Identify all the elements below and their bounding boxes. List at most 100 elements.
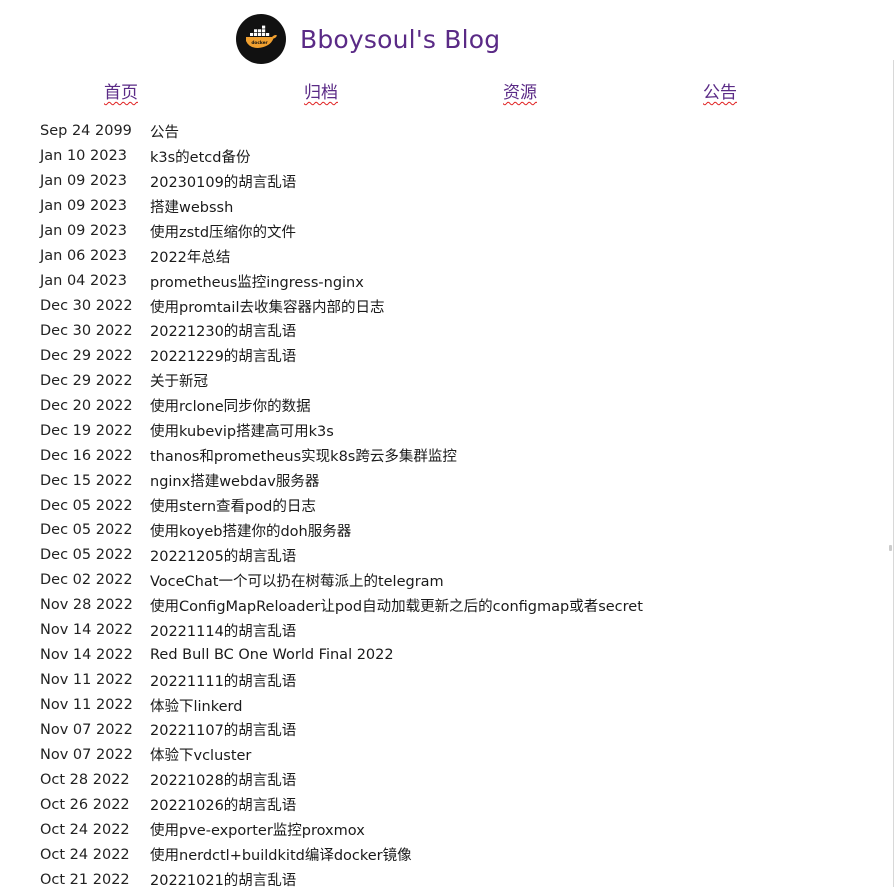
post-date: Nov 11 2022 [40, 697, 133, 714]
post-title-link[interactable]: 体验下vcluster [150, 744, 251, 765]
post-title-link[interactable]: 20221107的胡言乱语 [150, 719, 296, 740]
post-title-link[interactable]: 使用zstd压缩你的文件 [150, 221, 296, 242]
post-row: Dec 05 2022 使用stern查看pod的日志 [40, 493, 643, 518]
scrollbar-thumb[interactable] [889, 545, 892, 551]
post-date: Dec 05 2022 [40, 522, 133, 539]
post-title-link[interactable]: 20221028的胡言乱语 [150, 769, 296, 790]
post-row: Dec 20 2022 使用rclone同步你的数据 [40, 393, 643, 418]
post-title-link[interactable]: 20221229的胡言乱语 [150, 345, 296, 366]
post-date: Jan 09 2023 [40, 173, 127, 190]
post-row: Nov 14 2022 Red Bull BC One World Final 2… [40, 643, 643, 668]
post-list: Sep 24 2099 公告 Jan 10 2023 k3s的etcd备份 Jan 09… [40, 119, 643, 887]
post-row: Sep 24 2099 公告 [40, 119, 643, 144]
post-date: Sep 24 2099 [40, 123, 132, 140]
post-date: Jan 09 2023 [40, 198, 127, 215]
main-nav: 首页 归档 资源 公告 [0, 78, 895, 104]
post-title-link[interactable]: Red Bull BC One World Final 2022 [150, 647, 394, 663]
post-title-link[interactable]: k3s的etcd备份 [150, 146, 250, 167]
post-date: Dec 19 2022 [40, 422, 133, 439]
post-row: Jan 04 2023 prometheus监控ingress-nginx [40, 269, 643, 294]
post-title-link[interactable]: 使用promtail去收集容器内部的日志 [150, 296, 384, 317]
post-row: Dec 02 2022 VoceChat一个可以扔在树莓派上的telegram [40, 568, 643, 593]
post-date: Dec 05 2022 [40, 497, 133, 514]
post-date: Dec 15 2022 [40, 472, 133, 489]
post-title-link[interactable]: 体验下linkerd [150, 695, 242, 716]
post-row: Jan 09 2023 使用zstd压缩你的文件 [40, 219, 643, 244]
post-row: Nov 11 2022 体验下linkerd [40, 693, 643, 718]
nav-resources[interactable]: 资源 [503, 78, 537, 103]
post-row: Dec 30 2022 20221230的胡言乱语 [40, 319, 643, 344]
post-title-link[interactable]: 使用rclone同步你的数据 [150, 395, 311, 416]
post-row: Nov 07 2022 体验下vcluster [40, 742, 643, 767]
post-date: Dec 30 2022 [40, 298, 133, 315]
post-title-link[interactable]: 使用nerdctl+buildkitd编译docker镜像 [150, 844, 412, 865]
post-title-link[interactable]: 关于新冠 [150, 370, 208, 391]
post-row: Oct 24 2022 使用pve-exporter监控proxmox [40, 817, 643, 842]
post-row: Dec 15 2022 nginx搭建webdav服务器 [40, 468, 643, 493]
post-title-link[interactable]: 使用stern查看pod的日志 [150, 495, 316, 516]
post-date: Oct 26 2022 [40, 796, 130, 813]
post-title-link[interactable]: 使用koyeb搭建你的doh服务器 [150, 520, 351, 541]
nav-announcement[interactable]: 公告 [703, 78, 737, 103]
post-row: Dec 16 2022 thanos和prometheus实现k8s跨云多集群监控 [40, 443, 643, 468]
nav-home[interactable]: 首页 [104, 78, 138, 103]
post-title-link[interactable]: thanos和prometheus实现k8s跨云多集群监控 [150, 445, 457, 466]
post-date: Dec 29 2022 [40, 372, 133, 389]
post-row: Jan 09 2023 搭建webssh [40, 194, 643, 219]
post-row: Oct 24 2022 使用nerdctl+buildkitd编译docker镜像 [40, 842, 643, 867]
site-title[interactable]: Bboysoul's Blog [300, 25, 500, 54]
post-date: Oct 28 2022 [40, 771, 130, 788]
post-row: Dec 05 2022 20221205的胡言乱语 [40, 543, 643, 568]
post-row: Oct 21 2022 20221021的胡言乱语 [40, 867, 643, 887]
post-title-link[interactable]: 2022年总结 [150, 246, 230, 267]
post-row: Dec 19 2022 使用kubevip搭建高可用k3s [40, 418, 643, 443]
post-title-link[interactable]: 20221026的胡言乱语 [150, 794, 296, 815]
post-date: Nov 11 2022 [40, 672, 133, 689]
post-title-link[interactable]: 20230109的胡言乱语 [150, 171, 296, 192]
post-title-link[interactable]: VoceChat一个可以扔在树莓派上的telegram [150, 570, 444, 591]
post-row: Nov 14 2022 20221114的胡言乱语 [40, 618, 643, 643]
post-row: Jan 09 2023 20230109的胡言乱语 [40, 169, 643, 194]
post-date: Dec 20 2022 [40, 397, 133, 414]
post-row: Oct 26 2022 20221026的胡言乱语 [40, 792, 643, 817]
post-row: Dec 05 2022 使用koyeb搭建你的doh服务器 [40, 518, 643, 543]
post-date: Oct 24 2022 [40, 821, 130, 838]
post-date: Dec 30 2022 [40, 322, 133, 339]
post-date: Jan 10 2023 [40, 148, 127, 165]
post-date: Oct 24 2022 [40, 846, 130, 863]
post-date: Nov 14 2022 [40, 622, 133, 639]
nav-archive[interactable]: 归档 [304, 78, 338, 103]
post-date: Jan 06 2023 [40, 248, 127, 265]
post-date: Nov 14 2022 [40, 647, 133, 664]
post-row: Oct 28 2022 20221028的胡言乱语 [40, 767, 643, 792]
post-row: Jan 10 2023 k3s的etcd备份 [40, 144, 643, 169]
post-row: Nov 28 2022 使用ConfigMapReloader让pod自动加载更新… [40, 593, 643, 618]
post-row: Nov 07 2022 20221107的胡言乱语 [40, 718, 643, 743]
post-date: Nov 07 2022 [40, 721, 133, 738]
post-title-link[interactable]: 20221114的胡言乱语 [150, 620, 296, 641]
post-title-link[interactable]: 20221021的胡言乱语 [150, 869, 296, 887]
post-title-link[interactable]: nginx搭建webdav服务器 [150, 470, 319, 491]
post-title-link[interactable]: 20221205的胡言乱语 [150, 545, 296, 566]
post-title-link[interactable]: 20221230的胡言乱语 [150, 320, 296, 341]
post-date: Dec 29 2022 [40, 347, 133, 364]
post-row: Nov 11 2022 20221111的胡言乱语 [40, 668, 643, 693]
post-title-link[interactable]: prometheus监控ingress-nginx [150, 271, 364, 292]
scrollbar-track[interactable] [893, 60, 894, 887]
post-title-link[interactable]: 20221111的胡言乱语 [150, 670, 296, 691]
post-date: Nov 28 2022 [40, 597, 133, 614]
logo-text: docker [251, 40, 268, 46]
post-row: Dec 29 2022 20221229的胡言乱语 [40, 343, 643, 368]
post-date: Jan 09 2023 [40, 223, 127, 240]
post-date: Dec 05 2022 [40, 547, 133, 564]
docker-whale-icon[interactable]: docker [236, 14, 286, 64]
post-date: Jan 04 2023 [40, 273, 127, 290]
post-date: Nov 07 2022 [40, 746, 133, 763]
post-row: Dec 29 2022 关于新冠 [40, 368, 643, 393]
post-date: Dec 16 2022 [40, 447, 133, 464]
post-title-link[interactable]: 使用kubevip搭建高可用k3s [150, 420, 334, 441]
post-title-link[interactable]: 公告 [150, 121, 179, 142]
post-title-link[interactable]: 使用pve-exporter监控proxmox [150, 819, 365, 840]
post-title-link[interactable]: 使用ConfigMapReloader让pod自动加载更新之后的configma… [150, 595, 643, 616]
post-title-link[interactable]: 搭建webssh [150, 196, 233, 217]
